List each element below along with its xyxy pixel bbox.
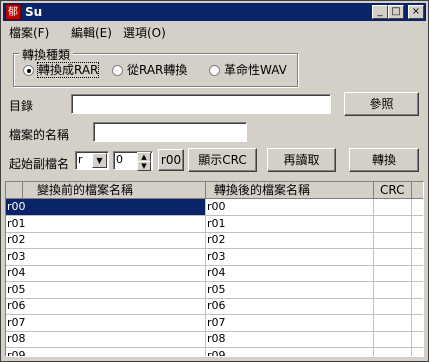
table-row[interactable]: r00 r00 <box>6 199 423 216</box>
cell-after-name[interactable]: r00 <box>206 199 374 215</box>
table-row[interactable]: r07 r07 <box>6 314 423 332</box>
radio-wav-label: 革命性WAV <box>224 63 287 77</box>
cell-after-name[interactable]: r01 <box>206 215 374 232</box>
close-button[interactable]: × <box>408 5 424 19</box>
table-row[interactable]: r05 r05 <box>6 281 423 299</box>
radio-unselected-icon <box>209 65 220 76</box>
cell-crc[interactable] <box>374 347 412 356</box>
directory-label: 目錄 <box>9 99 34 113</box>
cell-crc[interactable] <box>374 298 412 314</box>
cell-before-name[interactable]: r09 <box>6 347 206 356</box>
cell-crc[interactable] <box>374 199 412 215</box>
extension-preview-button[interactable]: r00 <box>158 149 184 171</box>
directory-input[interactable] <box>71 94 331 114</box>
table-row[interactable]: r02 r02 <box>6 232 423 249</box>
cell-crc[interactable] <box>374 248 412 265</box>
title-bar[interactable]: 郁 Su _ □ × <box>3 3 426 21</box>
cell-after-name[interactable]: r08 <box>206 331 374 347</box>
radio-unselected-icon <box>112 65 123 76</box>
radio-to-rar[interactable]: 轉換成RAR <box>23 61 100 78</box>
show-crc-button[interactable]: 顯示CRC <box>188 148 257 172</box>
table-row[interactable]: r09 r09 <box>6 347 423 356</box>
app-window: 郁 Su _ □ × 檔案(F) 編輯(E) 選項(O) 轉換種類 轉換成RAR… <box>0 0 429 362</box>
cell-before-name[interactable]: r02 <box>6 232 206 248</box>
cell-before-name[interactable]: r07 <box>6 314 206 331</box>
window-title: Su <box>25 5 43 19</box>
reload-button[interactable]: 再讀取 <box>267 148 336 172</box>
spin-down-icon[interactable]: ▼ <box>137 161 151 171</box>
filename-input[interactable] <box>93 122 247 142</box>
cell-before-name[interactable]: r05 <box>6 281 206 298</box>
column-header-before[interactable]: 變換前的檔案名稱 <box>23 182 206 199</box>
cell-crc[interactable] <box>374 314 412 331</box>
filename-label: 檔案的名稱 <box>9 128 70 142</box>
menu-file[interactable]: 檔案(F) <box>9 24 49 41</box>
cell-after-name[interactable]: r07 <box>206 314 374 331</box>
start-number-value: 0 <box>116 153 123 166</box>
maximize-button[interactable]: □ <box>388 5 404 19</box>
cell-before-name[interactable]: r08 <box>6 331 206 347</box>
chevron-down-icon[interactable]: ▼ <box>92 153 107 168</box>
cell-crc[interactable] <box>374 281 412 298</box>
column-header-crc[interactable]: CRC <box>374 182 412 199</box>
app-icon[interactable]: 郁 <box>5 4 21 20</box>
browse-button[interactable]: 參照 <box>344 92 419 116</box>
menu-bar: 檔案(F) 編輯(E) 選項(O) <box>3 22 426 40</box>
column-header-after[interactable]: 轉換後的檔案名稱 <box>206 182 374 199</box>
minimize-button[interactable]: _ <box>372 5 388 19</box>
file-list-table[interactable]: 變換前的檔案名稱 轉換後的檔案名稱 CRC r00 r00 r01 r01 r02 r02… <box>5 181 424 357</box>
menu-edit[interactable]: 編輯(E) <box>71 24 112 41</box>
radio-wav[interactable]: 革命性WAV <box>209 61 287 77</box>
cell-before-name[interactable]: r01 <box>6 215 206 232</box>
radio-from-rar[interactable]: 從RAR轉換 <box>112 61 187 77</box>
cell-before-name[interactable]: r04 <box>6 265 206 281</box>
start-extension-label: 起始副檔名 <box>9 157 70 171</box>
radio-from-rar-label: 從RAR轉換 <box>127 63 188 77</box>
cell-after-name[interactable]: r03 <box>206 248 374 265</box>
cell-before-name[interactable]: r00 <box>6 199 206 215</box>
cell-crc[interactable] <box>374 331 412 347</box>
convert-button[interactable]: 轉換 <box>349 148 419 172</box>
table-row[interactable]: r08 r08 <box>6 331 423 348</box>
table-row[interactable]: r06 r06 <box>6 298 423 315</box>
table-row[interactable]: r04 r04 <box>6 265 423 282</box>
row-header-corner <box>6 182 23 199</box>
cell-after-name[interactable]: r06 <box>206 298 374 314</box>
radio-to-rar-label: 轉換成RAR <box>36 62 100 78</box>
cell-crc[interactable] <box>374 265 412 281</box>
column-header-filler <box>412 182 423 199</box>
cell-crc[interactable] <box>374 232 412 248</box>
table-row[interactable]: r03 r03 <box>6 248 423 266</box>
cell-before-name[interactable]: r06 <box>6 298 206 314</box>
menu-options[interactable]: 選項(O) <box>123 24 166 41</box>
cell-after-name[interactable]: r04 <box>206 265 374 281</box>
cell-crc[interactable] <box>374 215 412 232</box>
cell-before-name[interactable]: r03 <box>6 248 206 265</box>
table-row[interactable]: r01 r01 <box>6 215 423 233</box>
cell-after-name[interactable]: r05 <box>206 281 374 298</box>
radio-selected-icon <box>23 65 34 76</box>
cell-after-name[interactable]: r09 <box>206 347 374 356</box>
extension-prefix-value: r <box>78 153 83 166</box>
cell-after-name[interactable]: r02 <box>206 232 374 248</box>
